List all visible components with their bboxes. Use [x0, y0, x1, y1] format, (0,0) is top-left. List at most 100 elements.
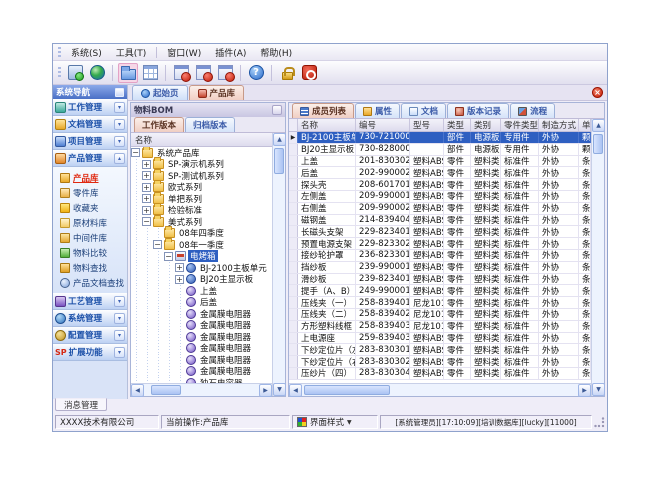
scroll-left-icon[interactable]: ◀: [131, 384, 144, 397]
scroll-left-icon[interactable]: ◀: [289, 384, 302, 397]
chevron-up-icon[interactable]: ▴: [114, 153, 125, 164]
tree-expand-toggle[interactable]: −: [164, 252, 173, 261]
tab-member-list[interactable]: 成员列表: [292, 103, 354, 118]
menu-window[interactable]: 窗口(W): [160, 44, 208, 61]
chevron-down-icon[interactable]: ▾: [114, 102, 125, 113]
window-refresh-button[interactable]: [215, 63, 235, 83]
scroll-thumb[interactable]: [274, 148, 284, 174]
grid-view-button[interactable]: [140, 63, 160, 83]
tab-working-version[interactable]: 工作版本: [134, 117, 184, 132]
menu-help[interactable]: 帮助(H): [253, 44, 299, 61]
tree-expand-toggle[interactable]: +: [175, 263, 184, 272]
tab-archived-version[interactable]: 归档版本: [185, 117, 235, 132]
table-row[interactable]: 上盖201-830302-00I塑料ABS零件塑料类标准件外协条: [289, 156, 591, 168]
sidebar-item[interactable]: 原材料库: [53, 215, 127, 230]
chevron-down-icon[interactable]: ▾: [114, 296, 125, 307]
column-header[interactable]: 型号: [410, 119, 444, 131]
menubar-grip[interactable]: [58, 47, 61, 58]
scroll-thumb[interactable]: [304, 385, 390, 395]
tree-node[interactable]: −美式系列: [131, 216, 272, 228]
column-header[interactable]: 单位: [579, 119, 591, 131]
tab-workflow[interactable]: 流程: [510, 103, 555, 118]
table-row[interactable]: 磁钢盖214-839404-01I塑料ABS零件塑料类标准件外协条: [289, 215, 591, 227]
tree-node[interactable]: 上盖: [131, 285, 272, 297]
tree-node[interactable]: +BJ-2100主板单元: [131, 262, 272, 274]
sidebar-group-product[interactable]: 产品管理 ▴: [53, 150, 127, 167]
scroll-right-icon[interactable]: ▶: [578, 384, 591, 397]
sidebar-group-extension[interactable]: SP 扩展功能 ▾: [53, 344, 127, 361]
toolbar-grip[interactable]: [58, 67, 61, 78]
chevron-down-icon[interactable]: ▾: [114, 313, 125, 324]
tree-expand-toggle[interactable]: −: [142, 217, 151, 226]
help-button[interactable]: [246, 63, 266, 83]
table-row[interactable]: BJ20主显示板730-828000-04I部件电源板专用件外协颗: [289, 144, 591, 156]
scroll-thumb[interactable]: [593, 134, 603, 154]
tree-node[interactable]: 金属膜电阻器: [131, 331, 272, 343]
tree-expand-toggle[interactable]: −: [131, 148, 140, 157]
tab-product-library[interactable]: 产品库: [189, 85, 245, 100]
close-tab-icon[interactable]: [592, 87, 603, 98]
tree-expand-toggle[interactable]: +: [142, 183, 151, 192]
chevron-down-icon[interactable]: ▾: [114, 136, 125, 147]
table-row[interactable]: 滑纱板239-823401-00I塑料ABS零件塑料类标准件外协条: [289, 274, 591, 286]
sidebar-group-system[interactable]: 系统管理 ▾: [53, 310, 127, 327]
tree-node[interactable]: 金属膜电阻器: [131, 308, 272, 320]
chevron-down-icon[interactable]: ▾: [114, 347, 125, 358]
scroll-track[interactable]: [144, 384, 259, 396]
menu-system[interactable]: 系统(S): [64, 44, 109, 61]
tab-version-history[interactable]: 版本记录: [447, 103, 509, 118]
sidebar-group-process[interactable]: 工艺管理 ▾: [53, 293, 127, 310]
sidebar-item[interactable]: 物料查找: [53, 260, 127, 275]
scroll-track[interactable]: [302, 384, 578, 396]
tree-node[interactable]: −电烤箱: [131, 251, 272, 263]
new-window-button[interactable]: [171, 63, 191, 83]
column-header[interactable]: 类型: [444, 119, 471, 131]
tab-start-page[interactable]: 起始页: [132, 85, 188, 100]
sidebar-options-button[interactable]: [115, 88, 124, 97]
lock-button[interactable]: [277, 63, 297, 83]
tree-node[interactable]: +SP-测试机系列: [131, 170, 272, 182]
sidebar-item[interactable]: 产品文档查找: [53, 275, 127, 290]
globe-button[interactable]: [87, 63, 107, 83]
tree-column-header[interactable]: 名称: [131, 133, 272, 147]
tree-expand-toggle[interactable]: +: [142, 171, 151, 180]
column-header[interactable]: 制造方式: [539, 119, 579, 131]
sidebar-group-document[interactable]: 文档管理 ▾: [53, 116, 127, 133]
sidebar-item[interactable]: 收藏夹: [53, 200, 127, 215]
sidebar-group-work[interactable]: 工作管理 ▾: [53, 99, 127, 116]
sidebar-item[interactable]: 零件库: [53, 185, 127, 200]
menu-tools[interactable]: 工具(T): [109, 44, 154, 61]
tree-node[interactable]: 08年四季度: [131, 228, 272, 240]
panel-pin-button[interactable]: [272, 105, 282, 115]
chevron-down-icon[interactable]: ▾: [114, 330, 125, 341]
table-row[interactable]: 方形塑料线框258-839403-00I尼龙1010零件塑料类标准件外协条: [289, 321, 591, 333]
tree-expand-toggle[interactable]: −: [153, 240, 162, 249]
table-horizontal-scrollbar[interactable]: ◀ ▶: [289, 383, 591, 396]
table-row[interactable]: 下纱定位片（右）283-830302-00I塑料ABS零件塑料类标准件外协条: [289, 356, 591, 368]
tree-expand-toggle[interactable]: +: [175, 275, 184, 284]
window-star-button[interactable]: [193, 63, 213, 83]
tree-node[interactable]: 金属膜电阻器: [131, 366, 272, 378]
table-row[interactable]: 接纱轮护罩236-823301-00I塑料ABS零件塑料类标准件外协条: [289, 250, 591, 262]
scroll-right-icon[interactable]: ▶: [259, 384, 272, 397]
table-row[interactable]: 长磁头支架229-823401-00I塑料ABS零件塑料类标准件外协条: [289, 226, 591, 238]
tab-properties[interactable]: 属性: [355, 103, 400, 118]
column-header[interactable]: 零件类型: [501, 119, 539, 131]
column-header[interactable]: 编号: [356, 119, 410, 131]
table-row[interactable]: ▶BJ-2100主板单元730-721000-12I部件电源板专用件外协颗: [289, 132, 591, 144]
scroll-track[interactable]: [592, 132, 604, 383]
resize-grip[interactable]: [594, 417, 605, 428]
table-row[interactable]: 探头壳208-601701-01I塑料ABS零件塑料类标准件外协条: [289, 179, 591, 191]
open-library-button[interactable]: [118, 63, 138, 83]
sidebar-group-config[interactable]: 配置管理 ▾: [53, 327, 127, 344]
tree-expand-toggle[interactable]: +: [142, 194, 151, 203]
scroll-down-icon[interactable]: ▼: [592, 383, 605, 396]
tree-node[interactable]: −系统产品库: [131, 147, 272, 159]
tree-horizontal-scrollbar[interactable]: ◀ ▶: [131, 383, 272, 396]
table-row[interactable]: 下纱定位片（左）283-830301-00I塑料ABS零件塑料类标准件外协条: [289, 344, 591, 356]
tree-node[interactable]: +欧式系列: [131, 182, 272, 194]
tree-node[interactable]: −08年一季度: [131, 239, 272, 251]
tree-vertical-scrollbar[interactable]: ▲ ▼: [272, 133, 285, 396]
tree-node[interactable]: 金属膜电阻器: [131, 320, 272, 332]
table-row[interactable]: 预置电源支架229-823302-00I塑料ABS零件塑料类标准件外协条: [289, 238, 591, 250]
